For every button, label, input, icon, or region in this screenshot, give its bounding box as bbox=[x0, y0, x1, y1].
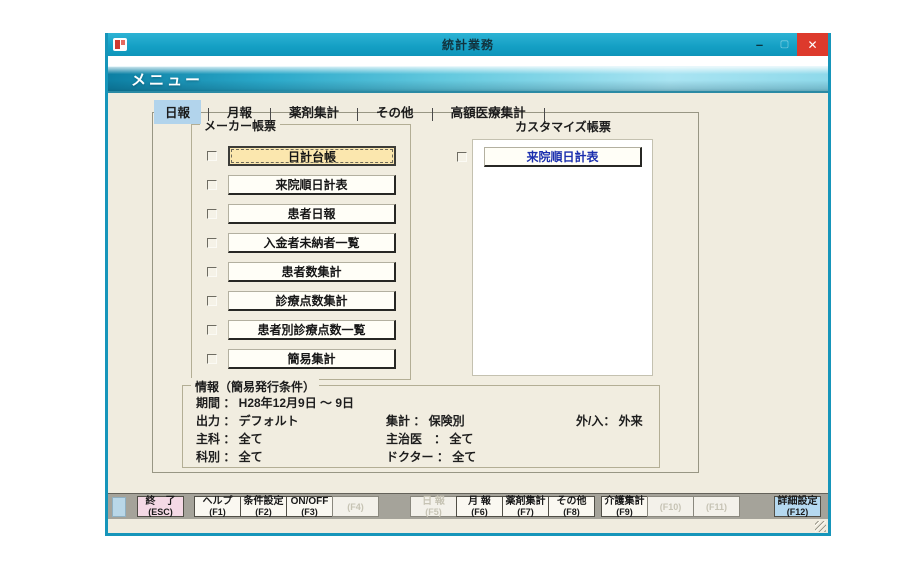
patient-count-summary-button[interactable]: 患者数集計 bbox=[228, 262, 396, 282]
window-title: 統計業務 bbox=[441, 38, 494, 52]
tab-other[interactable]: その他 bbox=[365, 100, 425, 124]
checkbox-simple-summary[interactable] bbox=[207, 354, 217, 364]
fn-f10-button: (F10) bbox=[647, 496, 694, 517]
maker-forms-group: メーカー帳票 日計台帳 来院順日計表 患者日報 入金者未納者一覧 患者数集計 診… bbox=[191, 117, 411, 380]
fn-on-off-button[interactable]: ON/OFF (F3) bbox=[286, 496, 333, 517]
checkbox-patient-daily-report[interactable] bbox=[207, 209, 217, 219]
points-by-patient-list-button[interactable]: 患者別診療点数一覧 bbox=[228, 320, 396, 340]
info-group-title: 情報（簡易発行条件） bbox=[191, 378, 320, 395]
tab-high-cost-medical-summary[interactable]: 高額医療集計 bbox=[440, 100, 537, 124]
fn-exit-button[interactable]: 終 了 (ESC) bbox=[137, 496, 184, 517]
checkbox-patient-count-summary[interactable] bbox=[207, 267, 217, 277]
tab-separator bbox=[543, 108, 545, 121]
checkbox-medical-points-summary[interactable] bbox=[207, 296, 217, 306]
info-line-dept: 主科 ： 全て 主治医 ： 全て bbox=[196, 430, 653, 448]
fnbar-accent-chip bbox=[112, 496, 126, 517]
fn-other-button[interactable]: その他 (F8) bbox=[548, 496, 595, 517]
info-output: 出力 ： デフォルト bbox=[196, 414, 299, 428]
main-content: 日報 月報 薬剤集計 その他 高額医療集計 メーカー帳票 日計台帳 来院順日計表… bbox=[108, 93, 828, 493]
maker-row: 入金者未納者一覧 bbox=[192, 233, 410, 253]
maker-row: 診療点数集計 bbox=[192, 291, 410, 311]
tab-monthly-report[interactable]: 月報 bbox=[216, 100, 263, 124]
daily-ledger-button[interactable]: 日計台帳 bbox=[228, 146, 396, 166]
fn-drug-summary-button[interactable]: 薬剤集計 (F7) bbox=[502, 496, 549, 517]
maker-row: 患者別診療点数一覧 bbox=[192, 320, 410, 340]
checkbox-custom-visit-order-daily-sheet[interactable] bbox=[457, 152, 467, 162]
tab-drug-summary[interactable]: 薬剤集計 bbox=[278, 100, 350, 124]
patient-daily-report-button[interactable]: 患者日報 bbox=[228, 204, 396, 224]
simple-summary-button[interactable]: 簡易集計 bbox=[228, 349, 396, 369]
checkbox-points-by-patient-list[interactable] bbox=[207, 325, 217, 335]
fn-detail-settings-button[interactable]: 詳細設定 (F12) bbox=[774, 496, 821, 517]
tab-separator bbox=[208, 108, 210, 121]
info-category: 科別 ： 全て bbox=[196, 450, 263, 464]
maker-row: 簡易集計 bbox=[192, 349, 410, 369]
visit-order-daily-sheet-button[interactable]: 来院順日計表 bbox=[228, 175, 396, 195]
info-group: 情報（簡易発行条件） 期間 ： H28年12月9日 ～ 9日 出力 ： デフォル… bbox=[182, 378, 660, 468]
info-doctor: ドクター ： 全て bbox=[386, 450, 477, 464]
medical-points-summary-button[interactable]: 診療点数集計 bbox=[228, 291, 396, 311]
fn-f11-button: (F11) bbox=[693, 496, 740, 517]
checkbox-payer-unpaid-list[interactable] bbox=[207, 238, 217, 248]
info-line-period: 期間 ： H28年12月9日 ～ 9日 bbox=[196, 394, 653, 412]
info-aggregate: 集計 ： 保険別 bbox=[386, 414, 465, 428]
tab-separator bbox=[357, 108, 359, 121]
maker-row: 来院順日計表 bbox=[192, 175, 410, 195]
fn-help-button[interactable]: ヘルプ (F1) bbox=[194, 496, 241, 517]
fn-condition-settings-button[interactable]: 条件設定 (F2) bbox=[240, 496, 287, 517]
info-main-dept: 主科 ： 全て bbox=[196, 432, 263, 446]
info-period: 期間 ： H28年12月9日 ～ 9日 bbox=[196, 396, 355, 410]
maker-row: 患者日報 bbox=[192, 204, 410, 224]
info-inout: 外/入： 外来 bbox=[576, 414, 643, 428]
tab-daily-report[interactable]: 日報 bbox=[154, 100, 202, 124]
info-line-output: 出力 ： デフォルト 集計 ： 保険別 外/入： 外来 bbox=[196, 412, 653, 430]
fn-f4-button: (F4) bbox=[332, 496, 379, 517]
custom-visit-order-daily-sheet-button[interactable]: 来院順日計表 bbox=[484, 147, 642, 167]
app-window: 統計業務 – ▢ ✕ メニュー 日報 月報 薬剤集計 その他 高額医療集計 メー… bbox=[105, 33, 831, 536]
maker-row: 日計台帳 bbox=[192, 146, 410, 166]
page-title: メニュー bbox=[131, 71, 204, 89]
tab-separator bbox=[431, 108, 433, 121]
custom-forms-panel: 来院順日計表 bbox=[457, 139, 653, 376]
function-key-bar: 終 了 (ESC) ヘルプ (F1) 条件設定 (F2) ON/OFF (F3)… bbox=[108, 493, 828, 519]
fn-care-summary-button[interactable]: 介護集計 (F9) bbox=[601, 496, 648, 517]
title-bar: 統計業務 – ▢ ✕ bbox=[108, 33, 828, 56]
info-lines: 期間 ： H28年12月9日 ～ 9日 出力 ： デフォルト 集計 ： 保険別 … bbox=[196, 394, 653, 466]
title-divider-strip bbox=[108, 56, 828, 66]
menu-header-band: メニュー bbox=[108, 66, 828, 93]
daily-report-panel: メーカー帳票 日計台帳 来院順日計表 患者日報 入金者未納者一覧 患者数集計 診… bbox=[152, 112, 699, 473]
info-line-category: 科別 ： 全て ドクター ： 全て bbox=[196, 448, 653, 466]
info-main-doctor: 主治医 ： 全て bbox=[386, 432, 474, 446]
payer-unpaid-list-button[interactable]: 入金者未納者一覧 bbox=[228, 233, 396, 253]
maker-row: 患者数集計 bbox=[192, 262, 410, 282]
fn-monthly-report-button[interactable]: 月 報 (F6) bbox=[456, 496, 503, 517]
checkbox-daily-ledger[interactable] bbox=[207, 151, 217, 161]
resize-grip[interactable] bbox=[815, 521, 826, 532]
tab-separator bbox=[270, 108, 272, 121]
checkbox-visit-order-daily-sheet[interactable] bbox=[207, 180, 217, 190]
status-bar bbox=[108, 519, 828, 533]
tab-bar: 日報 月報 薬剤集計 その他 高額医療集計 bbox=[154, 100, 552, 124]
fn-daily-report-button: 日 報 (F5) bbox=[410, 496, 457, 517]
